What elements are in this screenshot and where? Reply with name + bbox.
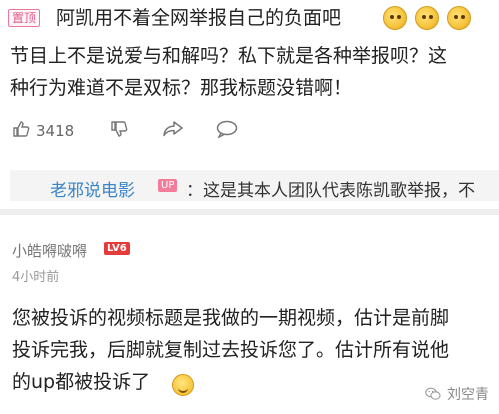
thumbs-up-icon — [13, 121, 30, 137]
comment-bubble-icon — [216, 120, 238, 139]
comment-text-line: 阿凯用不着全网举报自己的负面吧 — [56, 7, 342, 29]
comment-text-line: 投诉完我，后脚就复制过去投诉您了。估计所有说他 — [12, 339, 450, 361]
reply-text: ：这是其本人团队代表陈凯歌举报，不 — [186, 181, 475, 201]
level-badge: LV6 — [104, 242, 130, 255]
up-badge: UP — [158, 179, 178, 192]
dislike-button[interactable] — [110, 120, 128, 142]
comment-username[interactable]: 小皓嘚啵嘚 — [12, 240, 87, 261]
comment-screenshot: 置顶 阿凯用不着全网举报自己的负面吧 节目上不是说爱与和解吗？私下就是各种举报呗… — [0, 0, 499, 414]
comment-text-line: 节目上不是说爱与和解吗？私下就是各种举报呗？这 — [10, 45, 448, 67]
pinned-tag: 置顶 — [8, 9, 41, 27]
comment-text-line: 的up都被投诉了 — [12, 371, 151, 393]
reply-button[interactable] — [216, 120, 238, 142]
pinned-comment: 置顶 阿凯用不着全网举报自己的负面吧 节目上不是说爱与和解吗？私下就是各种举报呗… — [0, 0, 499, 201]
comment-actions: 3418 — [12, 118, 244, 144]
wechat-icon — [425, 387, 441, 400]
laugh-cry-emoji-icon — [172, 374, 194, 396]
doge-emoji-icon — [383, 6, 407, 30]
comment-text-line: 种行为难道不是双标？那我标题没错啊！ — [10, 77, 353, 99]
share-button[interactable] — [162, 121, 184, 141]
watermark-text: 刘空青 — [447, 387, 489, 403]
comment-text-line: 您被投诉的视频标题是我做的一期视频，估计是前脚 — [12, 307, 450, 329]
thumbs-down-icon — [111, 121, 128, 137]
section-divider — [0, 209, 499, 215]
doge-emoji-icon — [415, 6, 439, 30]
comment-timestamp: 4小时前 — [12, 270, 60, 285]
like-button[interactable] — [12, 120, 30, 142]
reply-preview[interactable]: 老邪说电影 UP ：这是其本人团队代表陈凯歌举报，不 — [10, 170, 499, 201]
like-count: 3418 — [36, 122, 75, 140]
watermark: 刘空青 — [425, 384, 489, 404]
share-icon — [163, 121, 183, 137]
doge-emoji-icon — [447, 6, 471, 30]
reply-author[interactable]: 老邪说电影 — [50, 176, 135, 201]
